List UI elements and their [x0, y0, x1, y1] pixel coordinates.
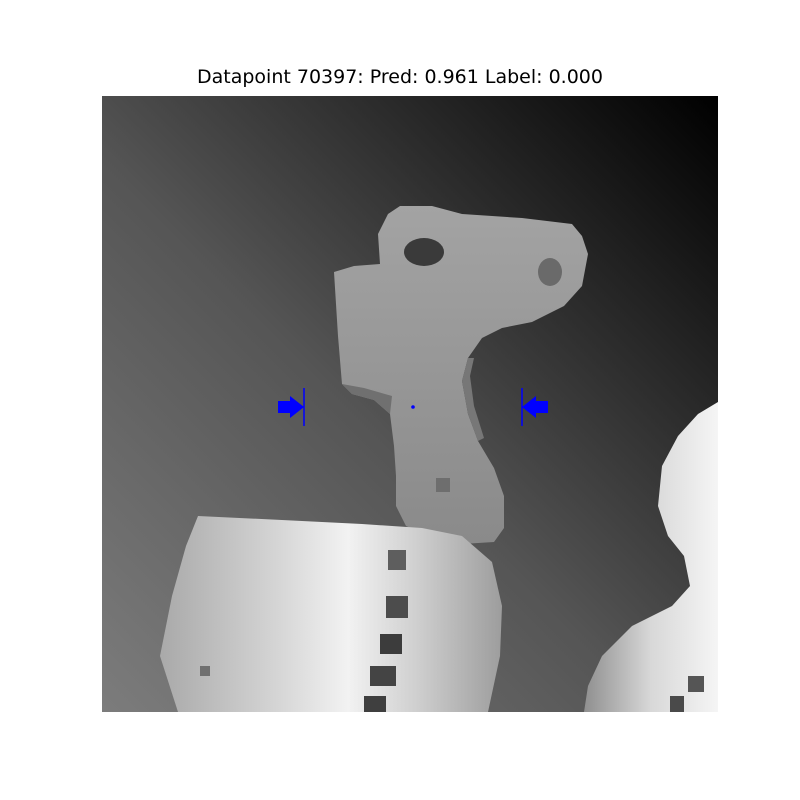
cylindrical-block — [160, 516, 502, 712]
grasp-center-point — [411, 405, 415, 409]
depth-image — [102, 96, 718, 712]
figure-title: Datapoint 70397: Pred: 0.961 Label: 0.00… — [197, 66, 603, 88]
